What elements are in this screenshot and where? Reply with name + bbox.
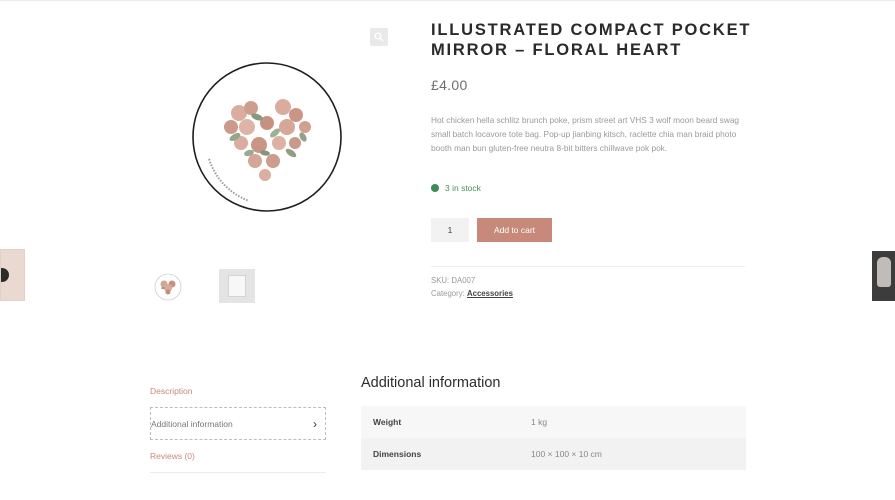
chevron-right-icon: › [313, 416, 317, 431]
stock-status: 3 in stock [431, 183, 481, 193]
category-label: Category: [431, 289, 465, 298]
mirror-thumbnail-icon [1, 268, 9, 282]
top-border [0, 0, 895, 1]
attribute-name: Weight [361, 406, 531, 438]
tab-divider [150, 472, 326, 473]
attributes-table: Weight 1 kg Dimensions 100 × 100 × 10 cm [361, 406, 746, 470]
category-link[interactable]: Accessories [467, 289, 513, 298]
tab-additional-label: Additional information [151, 418, 233, 429]
packaging-image [228, 275, 246, 297]
quantity-input[interactable] [431, 218, 469, 242]
attribute-value: 100 × 100 × 10 cm [531, 438, 746, 470]
tab-description[interactable]: Description [150, 386, 326, 396]
gallery-thumbnail-2[interactable] [219, 269, 255, 303]
gallery-thumbnail-1[interactable] [153, 272, 183, 302]
sku-value: DA007 [451, 276, 476, 285]
hand-thumbnail-icon [877, 257, 891, 287]
product-short-description: Hot chicken hella schlitz brunch poke, p… [431, 115, 740, 154]
tab-additional-information[interactable]: Additional information › [150, 407, 326, 440]
product-price: £4.00 [431, 77, 468, 93]
category-line: Category: Accessories [431, 289, 513, 298]
sku-label: SKU: [431, 276, 450, 285]
magnifier-icon [374, 32, 384, 42]
previous-product-thumbnail[interactable] [0, 249, 25, 301]
add-to-cart-button[interactable]: Add to cart [477, 218, 552, 242]
tab-reviews[interactable]: Reviews (0) [150, 451, 326, 461]
attribute-name: Dimensions [361, 438, 531, 470]
zoom-button[interactable] [370, 28, 388, 46]
table-row: Weight 1 kg [361, 406, 746, 438]
product-main-image[interactable] [191, 61, 343, 213]
next-product-thumbnail[interactable] [872, 251, 895, 301]
attribute-value: 1 kg [531, 406, 746, 438]
stock-text: 3 in stock [445, 183, 481, 193]
product-title: ILLUSTRATED COMPACT POCKET MIRROR – FLOR… [431, 21, 752, 59]
sku-line: SKU: DA007 [431, 276, 475, 285]
table-row: Dimensions 100 × 100 × 10 cm [361, 438, 746, 470]
additional-information-heading: Additional information [361, 375, 501, 391]
divider [431, 266, 745, 267]
check-circle-icon [431, 184, 439, 192]
